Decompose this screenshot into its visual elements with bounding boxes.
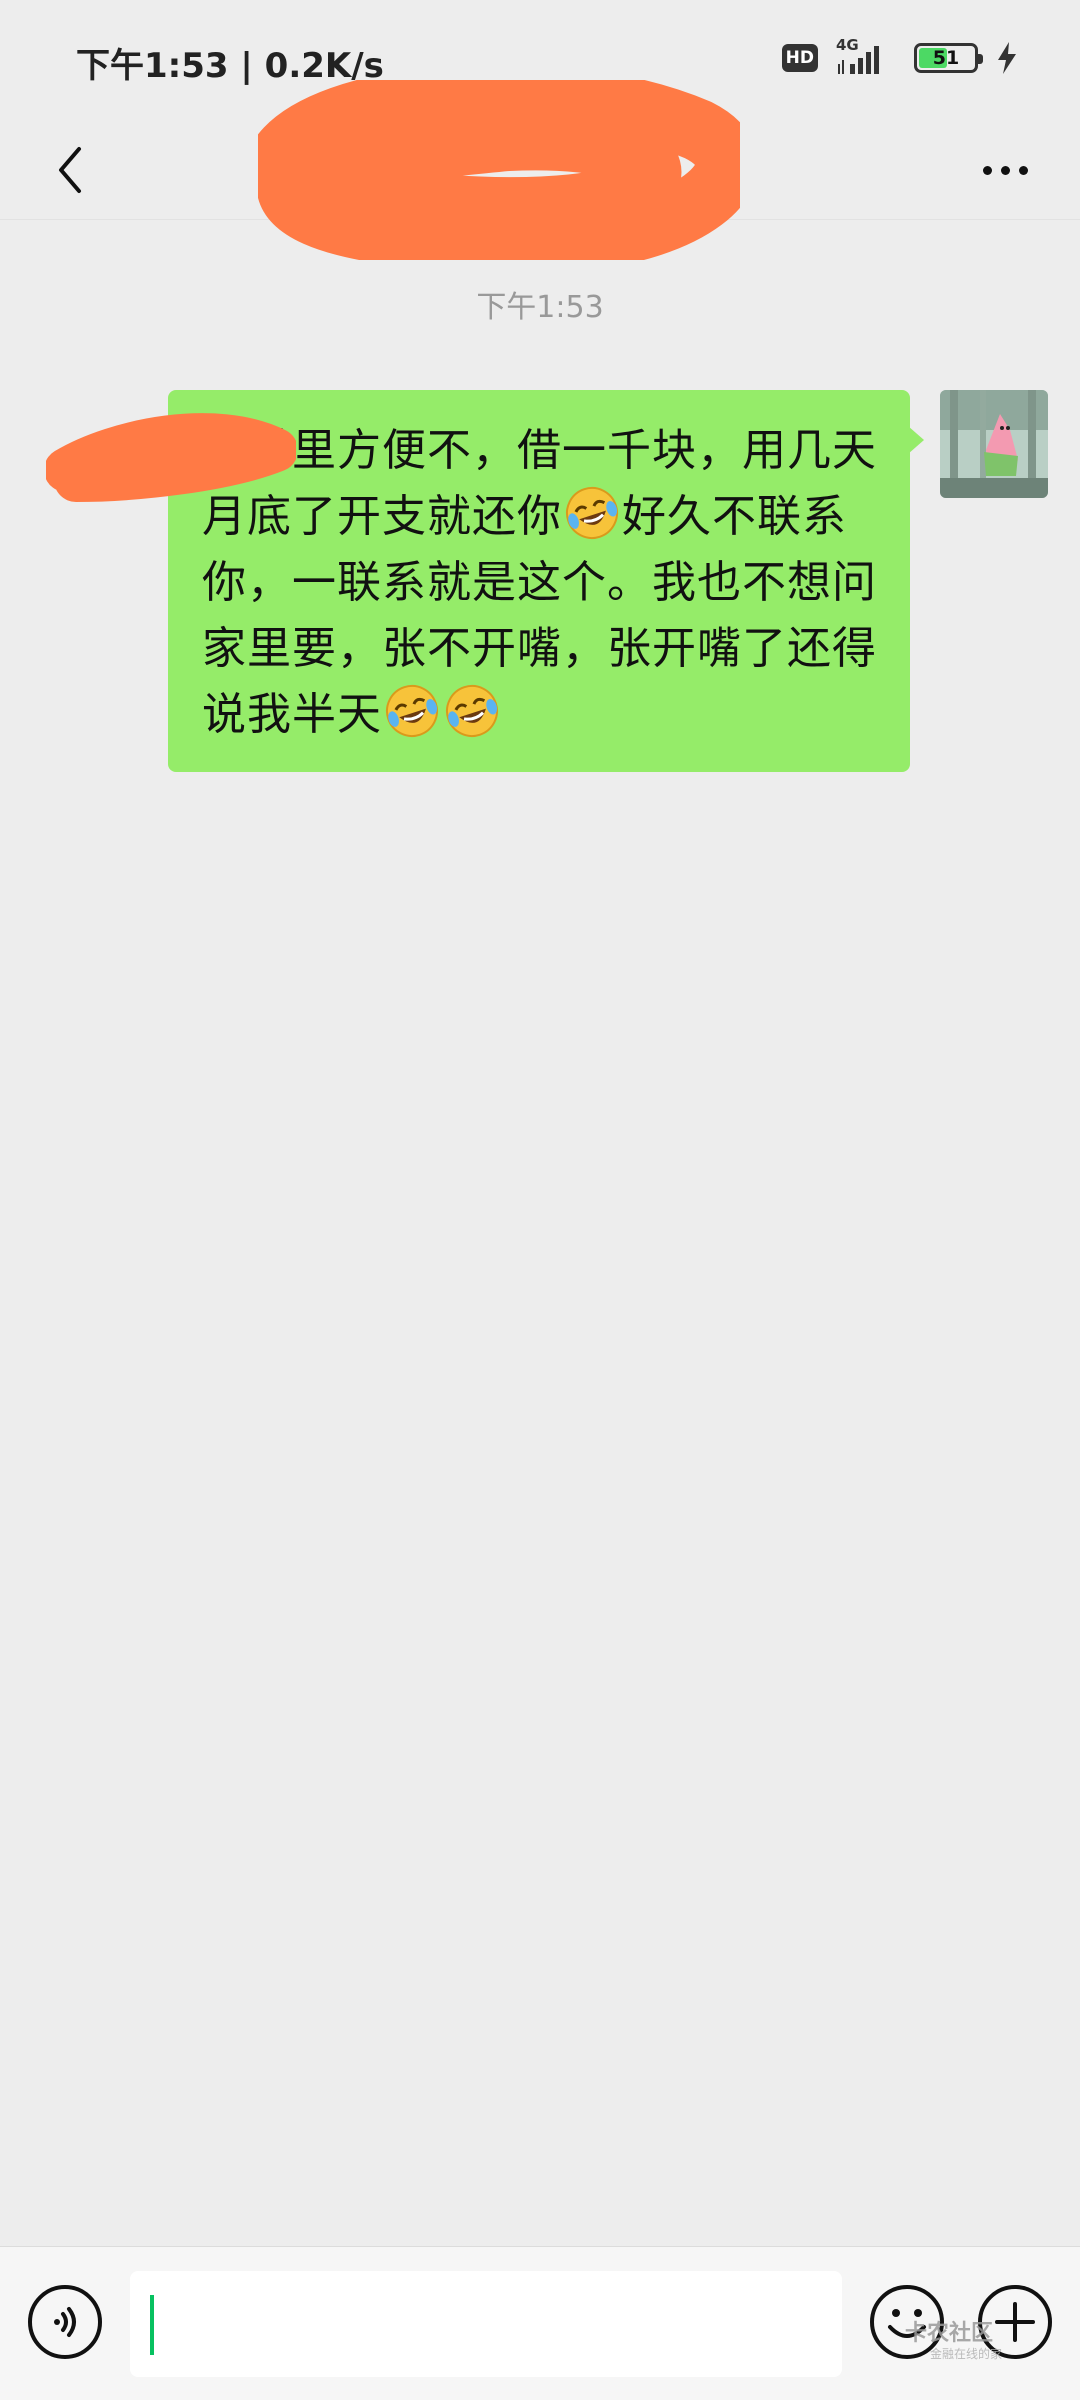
voice-button[interactable] (28, 2285, 102, 2359)
sender-redaction-scribble (46, 413, 296, 502)
more-dots-icon (982, 165, 992, 175)
voice-icon (54, 2307, 76, 2337)
chevron-left-icon (59, 147, 81, 193)
watermark-subtitle: 金融在线的家 (930, 2347, 1003, 2361)
more-dot (1000, 165, 1010, 175)
charging-icon (998, 42, 1016, 74)
back-button[interactable] (30, 130, 110, 210)
watermark: 卡农社区 (905, 2321, 994, 2346)
battery-icon: 51 (914, 43, 983, 73)
text-cursor (150, 2295, 154, 2355)
more-dot (1018, 165, 1028, 175)
input-bar: 卡农社区 金融在线的家 (0, 2246, 1080, 2400)
message-input[interactable] (130, 2271, 842, 2377)
more-button[interactable] (960, 130, 1050, 210)
status-icons: HD 4G 51 (781, 36, 1018, 78)
avatar[interactable] (940, 390, 1048, 498)
signal-icon: 4G (836, 36, 896, 78)
title-redaction-scribble (258, 80, 740, 260)
battery-level: 51 (932, 47, 960, 69)
laughing-crying-emoji-icon (566, 487, 618, 539)
laughing-crying-emoji-icon (386, 685, 438, 737)
message-timestamp: 下午1:53 (476, 290, 604, 325)
hd-badge: HD (781, 44, 818, 72)
laughing-crying-emoji-icon (446, 685, 498, 737)
plus-icon (995, 2302, 1035, 2342)
avatar-image (940, 390, 1048, 498)
